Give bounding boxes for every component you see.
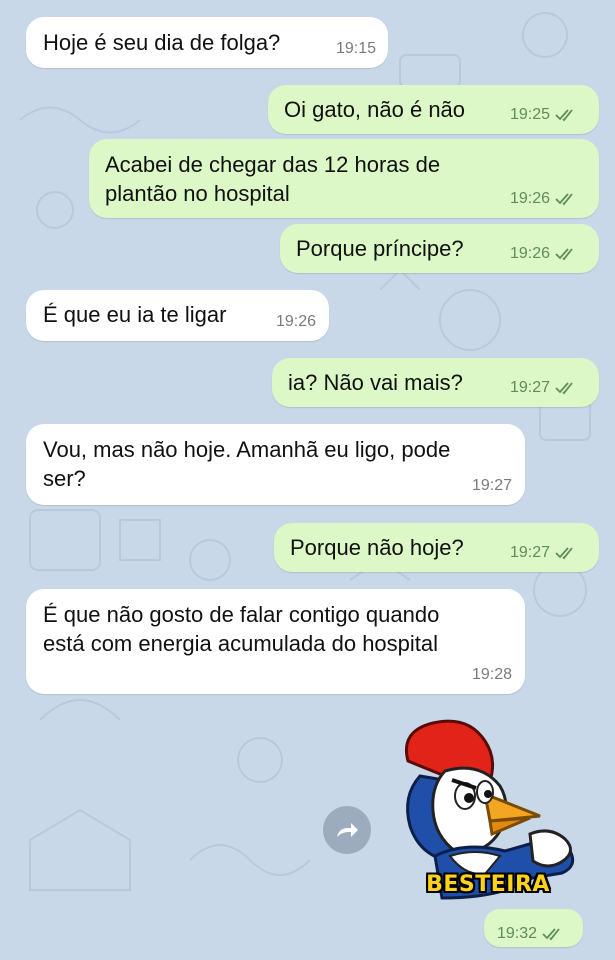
message-bubble-outgoing[interactable]: Porque príncipe? 19:26 — [280, 224, 599, 273]
message-time: 19:27 — [509, 544, 550, 561]
message-bubble-incoming[interactable]: É que não gosto de falar contigo quando … — [26, 589, 525, 694]
message-bubble-outgoing[interactable]: ia? Não vai mais? 19:27 — [272, 358, 599, 407]
message-text: É que eu ia te ligar — [43, 302, 227, 327]
message-time: 19:32 — [497, 925, 538, 942]
message-text: Oi gato, não é não — [284, 97, 466, 122]
read-ticks-icon — [555, 108, 573, 121]
sticker-time-bubble: 19:32 — [484, 909, 583, 947]
read-ticks-icon — [555, 247, 573, 260]
message-time: 19:26 — [509, 245, 550, 262]
forward-arrow-icon — [337, 823, 358, 837]
read-ticks-icon — [555, 546, 573, 559]
message-meta: 19:15 — [336, 34, 376, 63]
message-meta: 19:27 — [472, 471, 512, 500]
message-time: 19:27 — [471, 477, 512, 494]
message-text: Vou, mas não hoje. Amanhã eu ligo, pode … — [43, 437, 451, 491]
message-meta: 19:27 — [510, 538, 577, 567]
message-meta: 19:26 — [510, 184, 577, 213]
message-meta: 19:25 — [510, 100, 577, 129]
message-text: Acabei de chegar das 12 horas de plantão… — [105, 152, 441, 206]
message-bubble-incoming[interactable]: Hoje é seu dia de folga? 19:15 — [26, 17, 388, 68]
message-time: 19:26 — [275, 313, 316, 330]
message-text: Porque príncipe? — [296, 236, 464, 261]
message-meta: 19:26 — [276, 307, 316, 336]
message-time: 19:26 — [509, 190, 550, 207]
message-meta: 19:32 — [497, 919, 564, 948]
message-bubble-incoming[interactable]: É que eu ia te ligar 19:26 — [26, 290, 329, 341]
message-text: Porque não hoje? — [290, 535, 464, 560]
message-text: ia? Não vai mais? — [288, 370, 463, 395]
message-time: 19:15 — [335, 40, 376, 57]
message-text: Hoje é seu dia de folga? — [43, 30, 281, 55]
message-meta: 19:28 — [472, 660, 512, 689]
message-meta: 19:26 — [510, 239, 577, 268]
message-bubble-incoming[interactable]: Vou, mas não hoje. Amanhã eu ligo, pode … — [26, 424, 525, 505]
message-meta: 19:27 — [510, 373, 577, 402]
message-bubble-outgoing[interactable]: Oi gato, não é não 19:25 — [268, 85, 599, 134]
message-bubble-outgoing[interactable]: Acabei de chegar das 12 horas de plantão… — [89, 139, 599, 218]
message-text: É que não gosto de falar contigo quando … — [43, 602, 440, 656]
message-bubble-outgoing[interactable]: Porque não hoje? 19:27 — [274, 523, 599, 572]
read-ticks-icon — [542, 927, 560, 940]
read-ticks-icon — [555, 192, 573, 205]
message-time: 19:27 — [509, 379, 550, 396]
message-time: 19:25 — [509, 106, 550, 123]
forward-button[interactable] — [323, 806, 371, 854]
read-ticks-icon — [555, 381, 573, 394]
sticker-caption: BESTEIRA — [426, 872, 550, 897]
message-time: 19:28 — [471, 666, 512, 683]
